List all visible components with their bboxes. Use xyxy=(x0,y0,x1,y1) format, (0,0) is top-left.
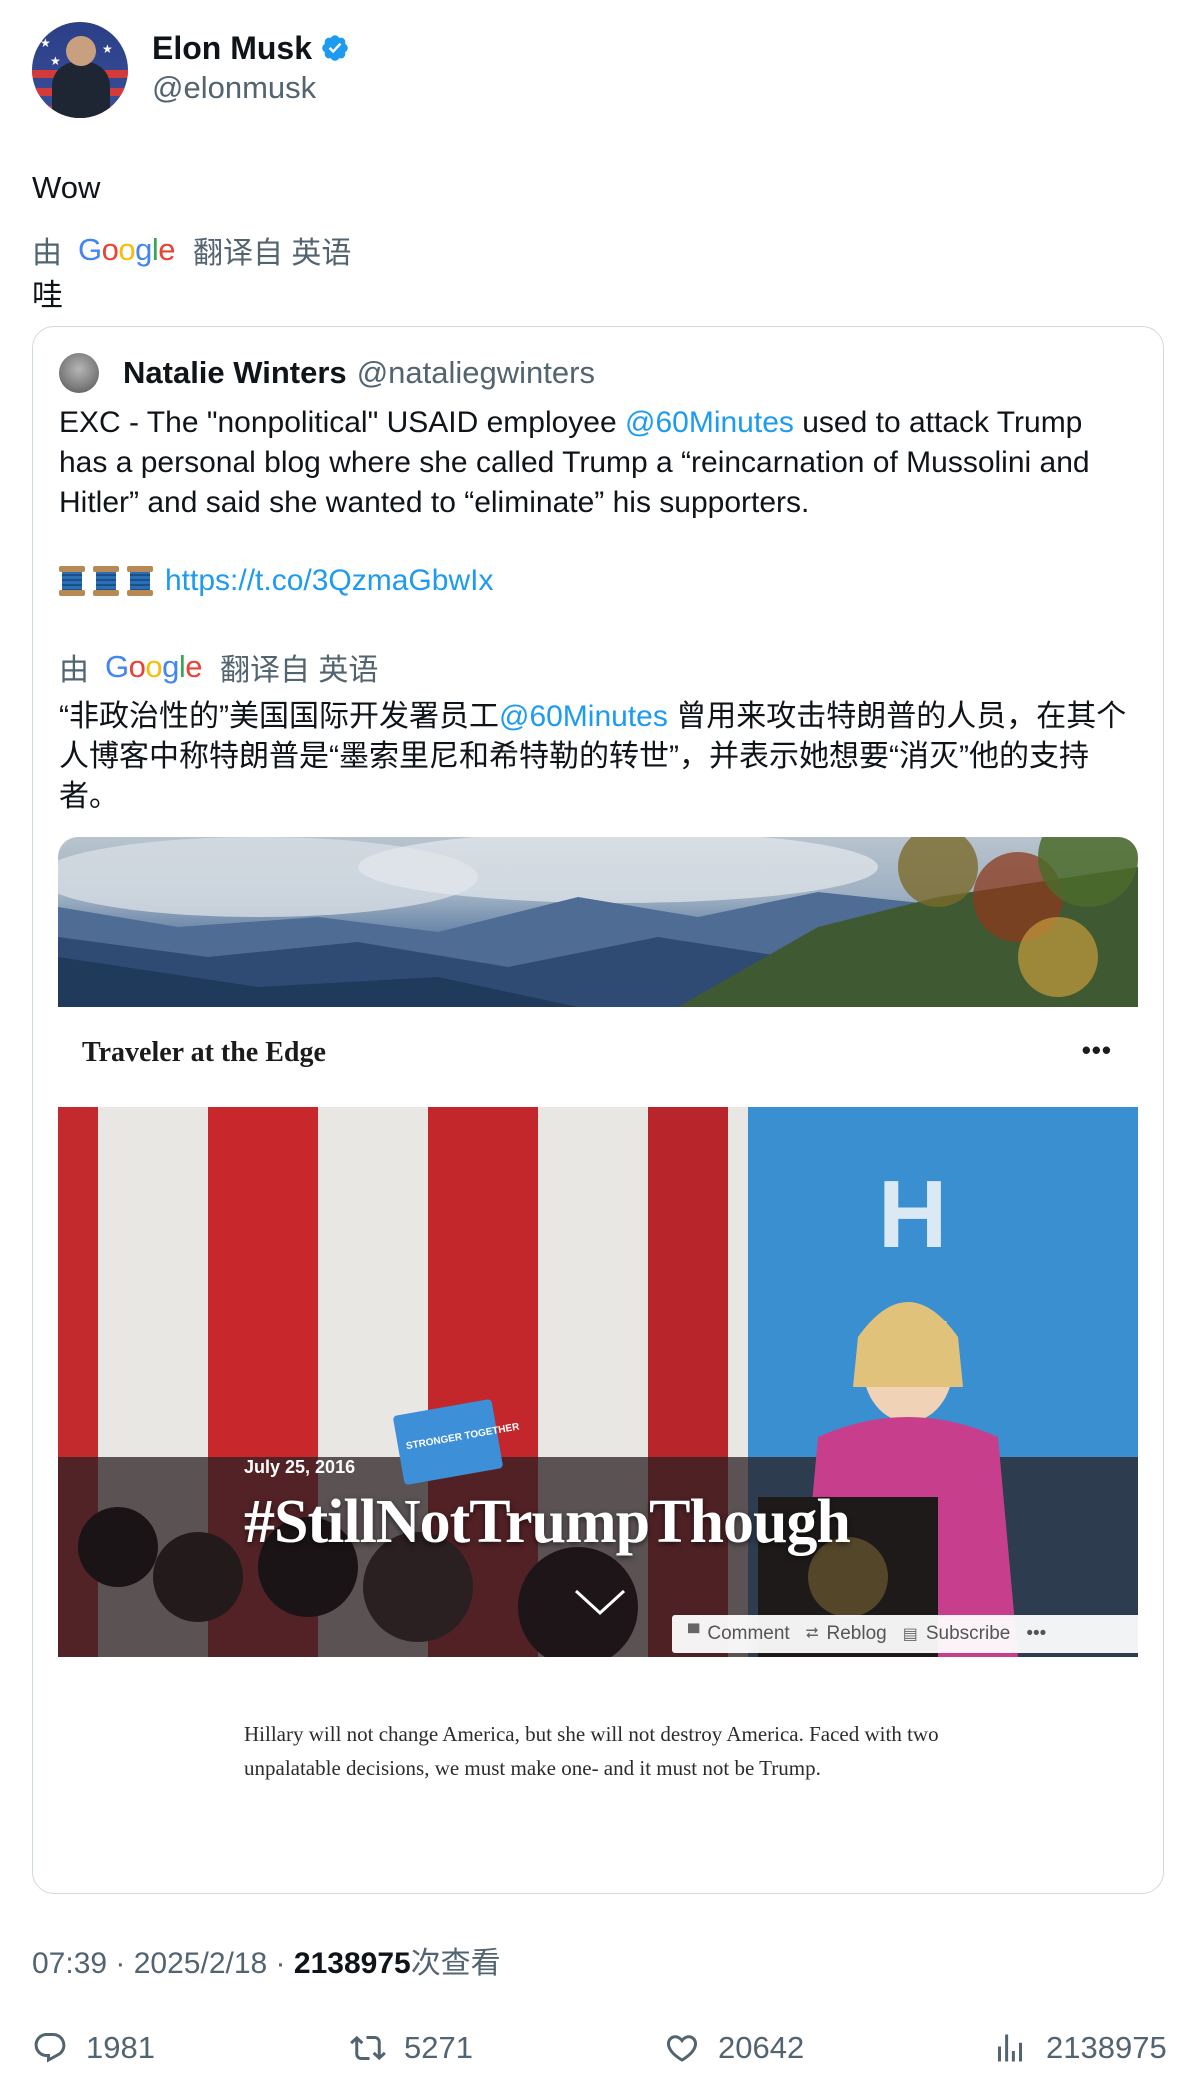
translate-suffix: 翻译自 英语 xyxy=(193,237,352,270)
quoted-translation-attribution: 由 Google 翻译自 英语 xyxy=(59,647,378,687)
reply-count: 1981 xyxy=(86,2030,155,2065)
post-date: July 25, 2016 xyxy=(244,1457,356,1477)
quoted-text-part: EXC - The "nonpolitical" USAID employee xyxy=(59,406,626,439)
tweet-author: ★ ★ ★ Elon Musk @elonmusk xyxy=(32,22,1164,122)
quoted-url-link[interactable]: https://t.co/3QzmaGbwIx xyxy=(165,561,493,601)
like-count: 20642 xyxy=(718,2030,805,2065)
reblog-icon: ⮂ xyxy=(805,1625,819,1642)
google-logo: Google xyxy=(105,649,203,684)
tweet-actions: 1981 5271 20642 2138975 xyxy=(32,2030,1167,2080)
comment-button[interactable]: ▀ Comment xyxy=(688,1623,790,1645)
blog-menu-icon: ••• xyxy=(1081,1035,1112,1065)
comment-icon: ▀ xyxy=(688,1625,700,1642)
more-button[interactable]: ••• xyxy=(1026,1623,1046,1645)
separator: · xyxy=(107,1947,134,1980)
reply-icon xyxy=(34,2033,66,2063)
post-excerpt: Hillary will not change America, but she… xyxy=(244,1722,939,1780)
author-avatar[interactable]: ★ ★ ★ xyxy=(32,22,128,118)
views-count: 2138975 xyxy=(1046,2030,1167,2065)
quoted-translated-part: “非政治性的”美国国际开发署员工 xyxy=(59,700,499,733)
post-title: #StillNotTrumpThough xyxy=(244,1488,851,1556)
translate-prefix: 由 xyxy=(59,654,89,687)
comment-label: Comment xyxy=(707,1623,790,1644)
mention-link[interactable]: @60Minutes xyxy=(625,406,794,439)
quoted-tweet-card[interactable]: Natalie Winters @nataliegwinters EXC - T… xyxy=(32,326,1164,1894)
like-button[interactable]: 20642 xyxy=(664,2030,804,2066)
quoted-author-name[interactable]: Natalie Winters xyxy=(123,355,347,391)
blog-banner-image xyxy=(58,837,1138,1007)
author-handle[interactable]: @elonmusk xyxy=(152,68,350,108)
blog-title: Traveler at the Edge xyxy=(82,1037,326,1068)
quoted-author-handle[interactable]: @nataliegwinters xyxy=(357,355,595,391)
retweet-count: 5271 xyxy=(404,2030,473,2065)
thread-spool-icon xyxy=(59,566,85,596)
author-display-name[interactable]: Elon Musk xyxy=(152,28,312,68)
retweet-icon xyxy=(350,2035,386,2061)
tweet-time[interactable]: 07:39 xyxy=(32,1947,107,1980)
tweet: ★ ★ ★ Elon Musk @elonmusk Wow 由 Google 翻… xyxy=(32,22,1164,316)
chevron-down-icon xyxy=(574,1589,626,1616)
quoted-translated-text: “非政治性的”美国国际开发署员工@60Minutes 曾用来攻击特朗普的人员，在… xyxy=(59,697,1139,817)
subscribe-icon: ▤ xyxy=(902,1626,918,1643)
reblog-label: Reblog xyxy=(826,1623,887,1644)
blog-action-bar: ▀ Comment ⮂ Reblog ▤ Subscribe ••• xyxy=(672,1615,1138,1653)
subscribe-button[interactable]: ▤ Subscribe xyxy=(903,1623,1011,1645)
blog-post-hero-image: H E STRONGER TOGETHER July 25, 2016 #Sti… xyxy=(58,1107,1138,1657)
tweet-metadata: 07:39 · 2025/2/18 · 2138975次查看 xyxy=(32,1944,501,1984)
translation-attribution: 由 Google 翻译自 英语 xyxy=(32,230,1164,270)
views-chart-icon xyxy=(998,2034,1022,2062)
tweet-text: Wow xyxy=(32,170,101,205)
views-button[interactable]: 2138975 xyxy=(992,2030,1167,2066)
more-label: ••• xyxy=(1026,1623,1047,1644)
mention-link[interactable]: @60Minutes xyxy=(499,700,668,733)
subscribe-label: Subscribe xyxy=(925,1623,1011,1644)
heart-icon xyxy=(666,2035,698,2062)
quoted-tweet-text: EXC - The "nonpolitical" USAID employee … xyxy=(59,403,1139,523)
tweet-translated-text: 哇 xyxy=(32,278,63,313)
quoted-link-row: https://t.co/3QzmaGbwIx xyxy=(59,561,493,601)
verified-badge-icon xyxy=(322,35,348,61)
thread-spool-icon xyxy=(127,566,153,596)
quoted-author-avatar[interactable] xyxy=(59,353,99,393)
views-label: 次查看 xyxy=(410,1947,501,1980)
tweet-date[interactable]: 2025/2/18 xyxy=(134,1947,267,1980)
separator: · xyxy=(267,1947,294,1980)
retweet-button[interactable]: 5271 xyxy=(350,2030,473,2066)
quoted-media-screenshot[interactable]: Traveler at the Edge ••• H E STRONGE xyxy=(58,837,1138,1827)
reblog-button[interactable]: ⮂ Reblog xyxy=(806,1623,887,1645)
translate-prefix: 由 xyxy=(32,237,62,270)
svg-text:H: H xyxy=(878,1161,947,1268)
reply-button[interactable]: 1981 xyxy=(32,2030,155,2066)
thread-spool-icon xyxy=(93,566,119,596)
view-count: 2138975 xyxy=(293,1947,411,1980)
google-logo: Google xyxy=(78,232,176,267)
translate-suffix: 翻译自 英语 xyxy=(220,654,379,687)
